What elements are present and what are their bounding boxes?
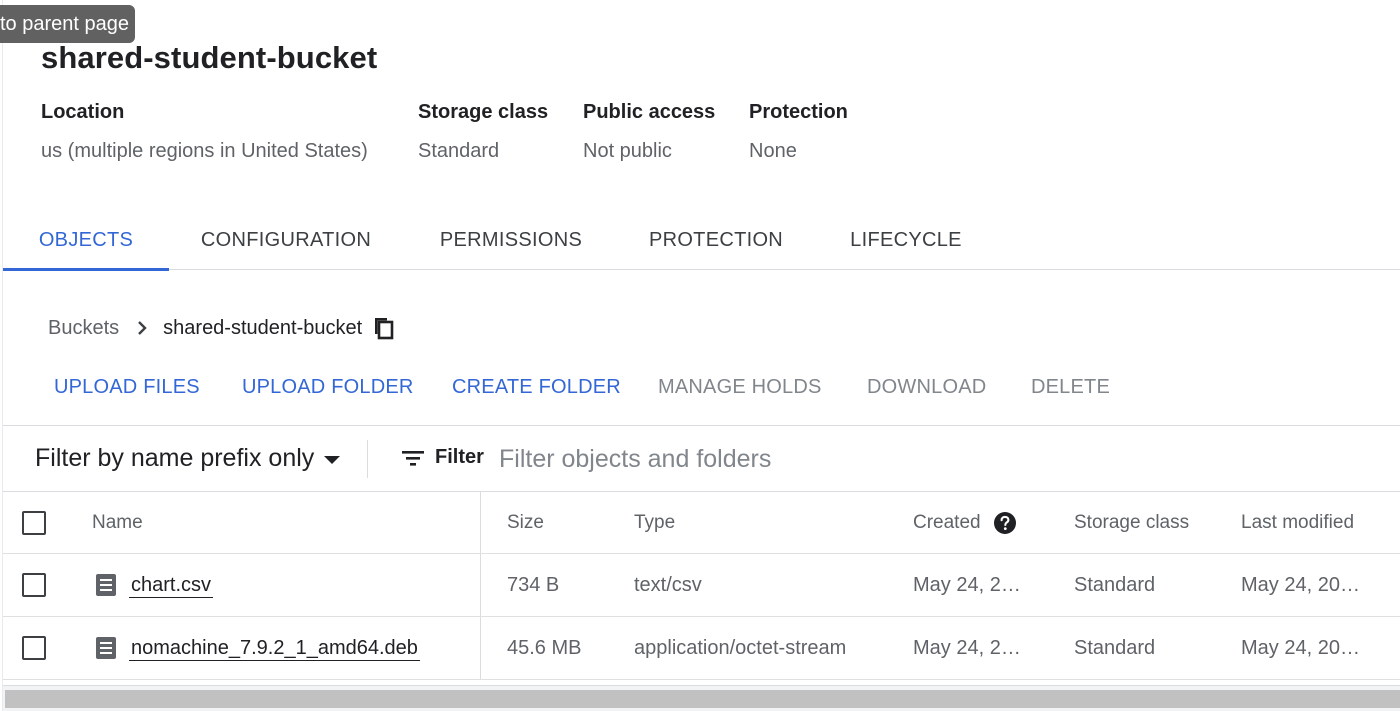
table-header-row: Name Size Type Created Storage class Las… <box>3 492 1400 554</box>
info-label: Storage class <box>418 101 549 123</box>
table-row: nomachine_7.9.2_1_amd64.deb 45.6 MB appl… <box>3 617 1400 680</box>
column-header-created[interactable]: Created <box>913 492 1017 553</box>
type-cell: application/octet-stream <box>634 636 847 659</box>
chevron-right-icon <box>135 321 149 335</box>
row-checkbox[interactable] <box>22 573 46 597</box>
horizontal-scrollbar[interactable] <box>3 685 1400 711</box>
file-name-link[interactable]: nomachine_7.9.2_1_amd64.deb <box>129 636 420 661</box>
tab-permissions[interactable]: PERMISSIONS <box>433 213 589 269</box>
info-protection: Protection None <box>749 99 848 164</box>
download-button[interactable]: DOWNLOAD <box>867 372 986 402</box>
info-label: Public access <box>583 101 716 123</box>
file-icon <box>96 637 116 659</box>
column-header-size[interactable]: Size <box>507 492 544 553</box>
breadcrumb-buckets-link[interactable]: Buckets <box>48 317 119 340</box>
tooltip-text: to parent page <box>0 13 129 35</box>
info-label: Location <box>41 101 125 123</box>
column-header-created-label: Created <box>913 511 981 533</box>
info-value: Standard <box>418 140 500 162</box>
column-divider <box>480 554 481 616</box>
name-cell: chart.csv <box>95 554 214 616</box>
filter-divider <box>367 440 368 478</box>
column-header-name[interactable]: Name <box>92 492 143 553</box>
file-icon <box>96 574 116 596</box>
storage-class-cell: Standard <box>1074 636 1156 659</box>
info-location: Location us (multiple regions in United … <box>41 99 368 164</box>
name-cell: nomachine_7.9.2_1_amd64.deb <box>95 617 420 679</box>
tab-protection[interactable]: PROTECTION <box>643 213 789 269</box>
filter-button-label: Filter <box>435 446 484 468</box>
copy-icon[interactable] <box>372 316 396 340</box>
column-header-storage-class[interactable]: Storage class <box>1074 492 1189 553</box>
info-value: Not public <box>583 140 672 162</box>
column-divider <box>480 617 481 679</box>
info-storage-class: Storage class Standard <box>418 99 548 164</box>
last-modified-cell: May 24, 20… <box>1241 636 1360 659</box>
delete-button[interactable]: DELETE <box>1031 372 1110 402</box>
back-to-parent-tooltip: to parent page <box>0 5 135 43</box>
upload-folder-button[interactable]: UPLOAD FOLDER <box>242 372 414 402</box>
filter-list-icon <box>402 450 424 466</box>
created-cell: May 24, 2… <box>913 636 1021 659</box>
row-select-cell <box>22 554 46 616</box>
scrollbar-thumb[interactable] <box>5 690 1400 708</box>
info-value: us (multiple regions in United States) <box>41 140 368 162</box>
filter-input[interactable] <box>499 440 1379 478</box>
tab-configuration[interactable]: CONFIGURATION <box>197 213 375 269</box>
help-icon[interactable] <box>993 511 1017 535</box>
column-header-type[interactable]: Type <box>634 492 675 553</box>
page-title: shared-student-bucket <box>41 40 378 75</box>
file-name-link[interactable]: chart.csv <box>129 573 214 598</box>
column-resize-handle[interactable] <box>480 492 481 553</box>
breadcrumb: Buckets shared-student-bucket <box>48 313 396 343</box>
type-cell: text/csv <box>634 573 702 596</box>
filter-mode-label: Filter by name prefix only <box>35 444 315 472</box>
upload-files-button[interactable]: UPLOAD FILES <box>54 372 200 402</box>
row-checkbox[interactable] <box>22 636 46 660</box>
info-public-access: Public access Not public <box>583 99 715 164</box>
filter-button[interactable]: Filter <box>401 446 484 469</box>
filter-mode-dropdown[interactable]: Filter by name prefix only <box>35 444 341 473</box>
column-header-last-modified[interactable]: Last modified <box>1241 492 1354 553</box>
filter-bar: Filter by name prefix only Filter <box>3 425 1400 491</box>
tab-lifecycle[interactable]: LIFECYCLE <box>843 213 969 269</box>
size-cell: 734 B <box>507 573 560 596</box>
size-cell: 45.6 MB <box>507 636 582 659</box>
breadcrumb-current: shared-student-bucket <box>163 316 363 339</box>
row-select-cell <box>22 617 46 679</box>
create-folder-button[interactable]: CREATE FOLDER <box>452 372 621 402</box>
tab-objects[interactable]: OBJECTS <box>3 213 169 271</box>
tab-bar: OBJECTS CONFIGURATION PERMISSIONS PROTEC… <box>3 213 1400 271</box>
objects-table: Name Size Type Created Storage class Las… <box>3 491 1400 680</box>
select-all-cell <box>22 492 46 553</box>
select-all-checkbox[interactable] <box>22 510 46 535</box>
info-value: None <box>749 140 797 162</box>
created-cell: May 24, 2… <box>913 573 1021 596</box>
last-modified-cell: May 24, 20… <box>1241 573 1360 596</box>
info-label: Protection <box>749 101 848 123</box>
dropdown-arrow-icon <box>324 455 341 464</box>
storage-class-cell: Standard <box>1074 573 1156 596</box>
manage-holds-button[interactable]: MANAGE HOLDS <box>658 372 822 402</box>
table-row: chart.csv 734 B text/csv May 24, 2… Stan… <box>3 554 1400 617</box>
